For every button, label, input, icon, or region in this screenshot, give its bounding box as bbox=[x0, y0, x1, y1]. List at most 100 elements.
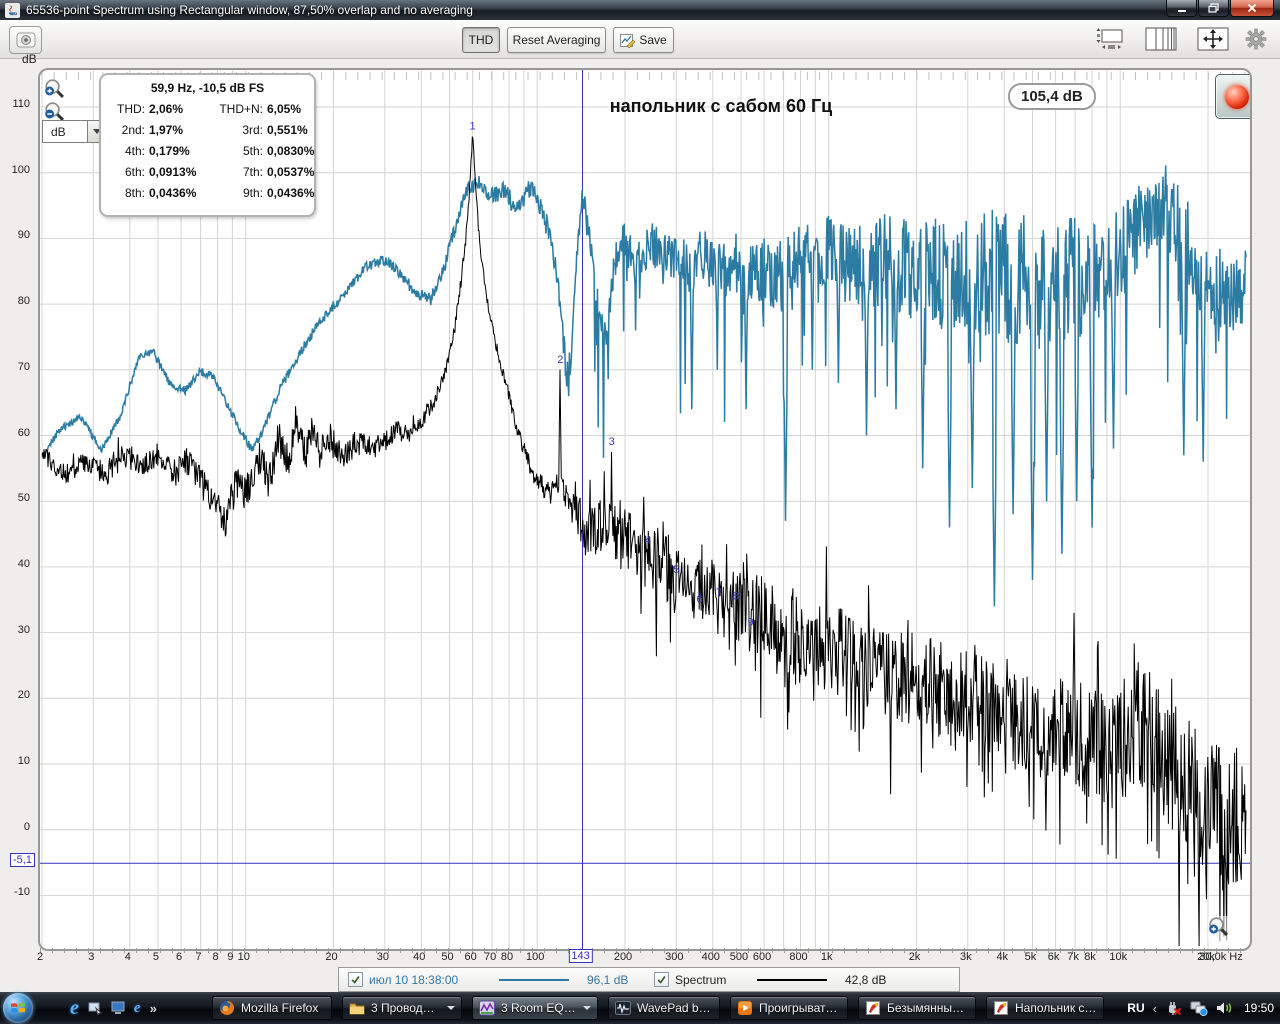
thd-row-value: 0,0830% bbox=[267, 144, 315, 158]
thd-row-label: 2nd: bbox=[121, 123, 145, 137]
harmonic-marker-label: 8 bbox=[733, 590, 739, 602]
start-button[interactable] bbox=[3, 993, 33, 1023]
x-tick-label: 40 bbox=[413, 951, 426, 963]
thd-button[interactable]: THD bbox=[462, 27, 500, 53]
x-tick-label: 6 bbox=[176, 951, 183, 963]
close-button[interactable] bbox=[1230, 0, 1274, 17]
legend-trace-level: 42,8 dB bbox=[845, 972, 887, 987]
x-tick-label: 300 bbox=[665, 951, 684, 963]
log-axis-icon bbox=[1145, 27, 1177, 51]
x-tick-label: 50 bbox=[441, 951, 454, 963]
y-tick-label: 70 bbox=[17, 360, 30, 373]
taskbar-button-label: Mozilla Firefox bbox=[241, 1001, 319, 1015]
volume-icon[interactable] bbox=[1216, 1000, 1234, 1016]
x-tick-label: 5k bbox=[1024, 951, 1037, 963]
capture-button[interactable] bbox=[9, 26, 42, 54]
x-tick-label: 8k bbox=[1084, 951, 1096, 963]
y-tick-label: -10 bbox=[14, 886, 30, 899]
doc-icon bbox=[865, 1000, 881, 1016]
restore-button[interactable] bbox=[1198, 0, 1229, 17]
x-zoom-in-button[interactable] bbox=[1208, 916, 1230, 938]
network-icon[interactable] bbox=[1190, 1000, 1208, 1016]
spectrum-plot-panel[interactable]: 1 2 3 4 5 6 78 9 dB 59,9 Hz, -10,5 dB FS THD: 2,… bbox=[38, 68, 1252, 951]
thd-row-value: 0,0436% bbox=[267, 186, 315, 200]
thd-row-value: 2,06% bbox=[149, 102, 184, 116]
x-tick-label: 10 bbox=[237, 951, 250, 963]
thd-row-label: 5th: bbox=[242, 144, 263, 158]
x-tick-label: 4k bbox=[996, 951, 1009, 963]
doc-icon bbox=[993, 1000, 1009, 1016]
window-titlebar[interactable]: 65536-point Spectrum using Rectangular w… bbox=[0, 0, 1280, 20]
group-chevron-icon bbox=[583, 1006, 591, 1010]
measurement-title: напольник с сабом 60 Гц bbox=[609, 96, 833, 116]
y-tick-label: 60 bbox=[17, 426, 30, 439]
close-icon bbox=[1247, 3, 1257, 13]
harmonic-marker-label: 9 bbox=[748, 617, 754, 629]
save-button[interactable]: Save bbox=[613, 27, 674, 53]
quick-launch-overflow[interactable]: » bbox=[150, 1001, 157, 1016]
taskbar-button-folder[interactable]: 3 Проводник bbox=[342, 996, 462, 1020]
frequency-axis-button[interactable] bbox=[1144, 25, 1178, 53]
show-desktop-icon[interactable] bbox=[88, 1001, 102, 1015]
power-plug-icon[interactable] bbox=[1165, 1000, 1182, 1016]
player-icon bbox=[737, 1000, 753, 1016]
windows-logo-icon bbox=[11, 1002, 25, 1013]
gear-icon bbox=[1245, 28, 1267, 50]
harmonic-marker-label: 5 bbox=[673, 564, 679, 576]
thd-row-value: 0,179% bbox=[149, 144, 190, 158]
legend-line-sample bbox=[757, 978, 827, 981]
taskbar-button-doc[interactable]: Безымянный ... bbox=[858, 996, 976, 1020]
clock[interactable]: 19:50 bbox=[1244, 1001, 1274, 1015]
settings-button[interactable] bbox=[1242, 25, 1270, 53]
thd-row-label: THD: bbox=[117, 102, 145, 116]
record-button[interactable] bbox=[1215, 74, 1250, 119]
x-tick-label: 400 bbox=[701, 951, 720, 963]
legend-checkbox[interactable] bbox=[654, 972, 669, 987]
reset-averaging-label: Reset Averaging bbox=[512, 33, 601, 47]
y-tick-label: 0 bbox=[23, 820, 30, 833]
thd-info-panel: 59,9 Hz, -10,5 dB FS THD: 2,06% THD+N: 6,05… bbox=[99, 73, 316, 217]
taskbar-button-label: 3 Проводник bbox=[371, 1001, 440, 1015]
media-window-icon[interactable] bbox=[111, 1001, 125, 1015]
quick-launch: e e » bbox=[70, 995, 157, 1021]
legend-checkbox[interactable] bbox=[348, 972, 363, 987]
taskbar-button-player[interactable]: Проигрывате... bbox=[730, 996, 848, 1020]
wavepad-icon bbox=[615, 1000, 631, 1016]
x-tick-label: 4 bbox=[124, 951, 131, 963]
taskbar-button-firefox[interactable]: Mozilla Firefox bbox=[212, 996, 332, 1020]
y-tick-label: 100 bbox=[11, 163, 30, 176]
save-button-label: Save bbox=[639, 33, 667, 47]
y-tick-label: 40 bbox=[17, 557, 30, 570]
task-buttons: Mozilla Firefox 3 Проводник 3 Room EQ ... W… bbox=[212, 996, 1104, 1020]
x-axis-labels: 2 3 4 5 6 7 8 9 10 20 30 40 50 60 70 80 100 200 300 400 500 6… bbox=[37, 949, 1248, 967]
language-indicator[interactable]: RU bbox=[1127, 1001, 1144, 1015]
tray-collapse-chevron[interactable]: ‹ bbox=[1153, 1001, 1157, 1016]
minimize-button[interactable] bbox=[1166, 0, 1197, 17]
x-tick-label: 3k bbox=[960, 951, 972, 963]
taskbar-button-rew[interactable]: 3 Room EQ ... bbox=[472, 996, 598, 1020]
taskbar-button-wavepad[interactable]: WavePad by N... bbox=[608, 996, 720, 1020]
thd-row-value: 0,551% bbox=[267, 123, 308, 137]
pan-zoom-button[interactable] bbox=[1196, 25, 1230, 53]
y-unit-dropdown[interactable]: dB bbox=[42, 120, 106, 143]
x-tick-label: 800 bbox=[789, 951, 808, 963]
thd-row-label: 9th: bbox=[242, 186, 263, 200]
limits-button[interactable] bbox=[1093, 25, 1127, 53]
legend-trace-level: 96,1 dB bbox=[587, 972, 629, 987]
axis-limits-icon bbox=[1096, 28, 1123, 49]
x-cursor-value[interactable]: 143 bbox=[568, 949, 593, 963]
y-tick-label: 80 bbox=[17, 295, 30, 308]
reset-averaging-button[interactable]: Reset Averaging bbox=[507, 27, 606, 53]
y-axis-labels: 110 100 90 80 70 60 50 40 30 20 10 0 -10 -5,1 bbox=[0, 68, 35, 947]
x-tick-label: 200 bbox=[613, 951, 633, 963]
y-axis-unit-label: dB bbox=[22, 52, 37, 66]
y-zoom-in-button[interactable] bbox=[44, 78, 66, 100]
y-tick-label: 10 bbox=[17, 755, 30, 767]
internet-explorer-icon[interactable]: e bbox=[70, 998, 79, 1018]
taskbar-button-label: Напольник с ... bbox=[1015, 1001, 1097, 1015]
thd-row-label: 3rd: bbox=[242, 123, 263, 137]
internet-explorer2-icon[interactable]: e bbox=[134, 998, 141, 1018]
taskbar-button-doc[interactable]: Напольник с ... bbox=[986, 996, 1104, 1020]
y-cursor-value[interactable]: -5,1 bbox=[10, 853, 35, 868]
trace-legend-bar: июл 10 18:38:00 96,1 dB Spectrum 42,8 dB bbox=[338, 967, 960, 992]
